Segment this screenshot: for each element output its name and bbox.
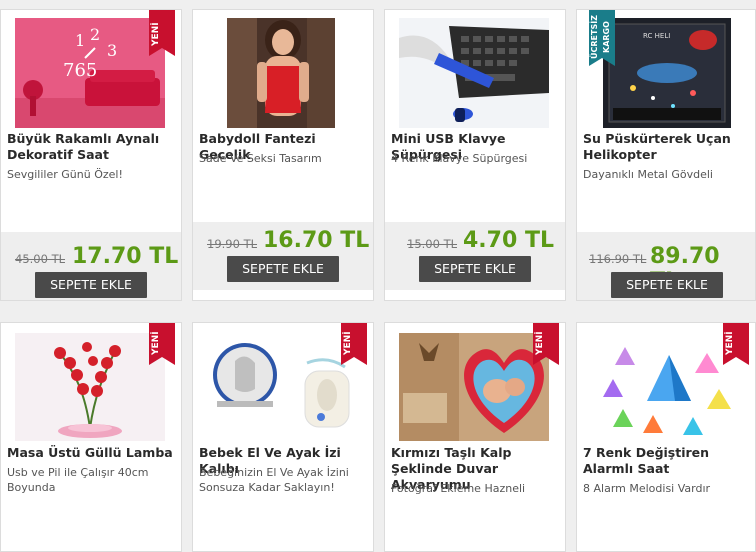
product-card[interactable]: RC HELI ÜCRETSİZ KARGO Su Püskürterek Uç… [576,9,756,301]
product-image[interactable] [15,333,165,441]
product-subtitle: Sevgililer Günü Özel! [7,168,123,181]
product-title[interactable]: Su Püskürterek Uçan Helikopter [583,131,751,163]
product-image[interactable] [227,18,335,128]
product-image[interactable] [207,333,357,441]
svg-text:2: 2 [90,25,100,44]
old-price: 116.90 TL [589,252,647,266]
product-card[interactable]: YENİ Kırmızı Taşlı Kalp Şeklinde Duvar A… [384,322,566,552]
product-title[interactable]: 7 Renk Değiştiren Alarmlı Saat [583,445,751,477]
product-subtitle: Usb ve Pil ile Çalışır 40cm Boyunda [7,466,149,494]
price-bar: 116.90 TL 89.70 TL SEPETE EKLE [577,232,755,300]
product-card[interactable]: 1 2 3 765 YENİ Büyük Rakamlı Aynalı Deko… [0,9,182,301]
add-to-cart-button[interactable]: SEPETE EKLE [35,272,147,298]
svg-text:1: 1 [75,31,85,50]
product-card[interactable]: YENİ Bebek El Ve Ayak İzi Kalıbı Bebeğin… [192,322,374,552]
old-price: 15.00 TL [407,237,458,251]
old-price: 45.00 TL [15,252,66,266]
new-badge-text: YENİ [535,331,545,355]
product-subtitle: 8 Alarm Melodisi Vardır [583,482,711,495]
product-title[interactable]: Masa Üstü Güllü Lamba [7,445,177,461]
product-image[interactable] [591,333,741,441]
product-image[interactable] [399,333,549,441]
new-price: 16.70 TL [263,228,370,253]
price-bar: 15.00 TL 4.70 TL SEPETE EKLE [385,222,565,290]
add-to-cart-button[interactable]: SEPETE EKLE [419,256,531,282]
new-price: 17.70 TL [72,244,179,269]
old-price: 19.90 TL [207,237,258,251]
new-price: 4.70 TL [463,228,554,253]
new-badge-text: YENİ [151,22,161,46]
product-card[interactable]: YENİ 7 Renk Değiştiren Alarmlı Saat 8 Al… [576,322,756,552]
product-subtitle: Fotoğraf Ekleme Hazneli [391,482,526,495]
new-badge-text: YENİ [151,331,161,355]
product-card[interactable]: Mini USB Klavye Süpürgesi 4 Renk Klavye … [384,9,566,301]
product-subtitle: 4 Renk Klavye Süpürgesi [391,152,528,165]
add-to-cart-button[interactable]: SEPETE EKLE [611,272,723,298]
price-bar: 19.90 TL 16.70 TL SEPETE EKLE [193,222,373,290]
product-subtitle: Bebeğinizin El Ve Ayak İzini Sonsuza Kad… [199,466,349,494]
product-subtitle: Sade Ve Seksi Tasarım [199,152,322,165]
product-image[interactable] [399,18,549,128]
svg-text:RC HELI: RC HELI [643,32,670,40]
new-badge-text: YENİ [343,331,353,355]
free-shipping-badge-text: ÜCRETSİZ KARGO [590,15,611,59]
product-title[interactable]: Büyük Rakamlı Aynalı Dekoratif Saat [7,131,177,163]
price-bar: 45.00 TL 17.70 TL SEPETE EKLE [1,232,181,300]
product-image[interactable]: RC HELI [603,18,731,128]
new-badge-text: YENİ [725,331,735,355]
add-to-cart-button[interactable]: SEPETE EKLE [227,256,339,282]
svg-text:3: 3 [107,41,117,60]
product-image[interactable]: 1 2 3 765 [15,18,165,128]
product-subtitle: Dayanıklı Metal Gövdeli [583,168,713,181]
svg-text:765: 765 [63,60,97,81]
product-card[interactable]: YENİ Masa Üstü Güllü Lamba Usb ve Pil il… [0,322,182,552]
product-card[interactable]: Babydoll Fantezi Gecelik Sade Ve Seksi T… [192,9,374,301]
